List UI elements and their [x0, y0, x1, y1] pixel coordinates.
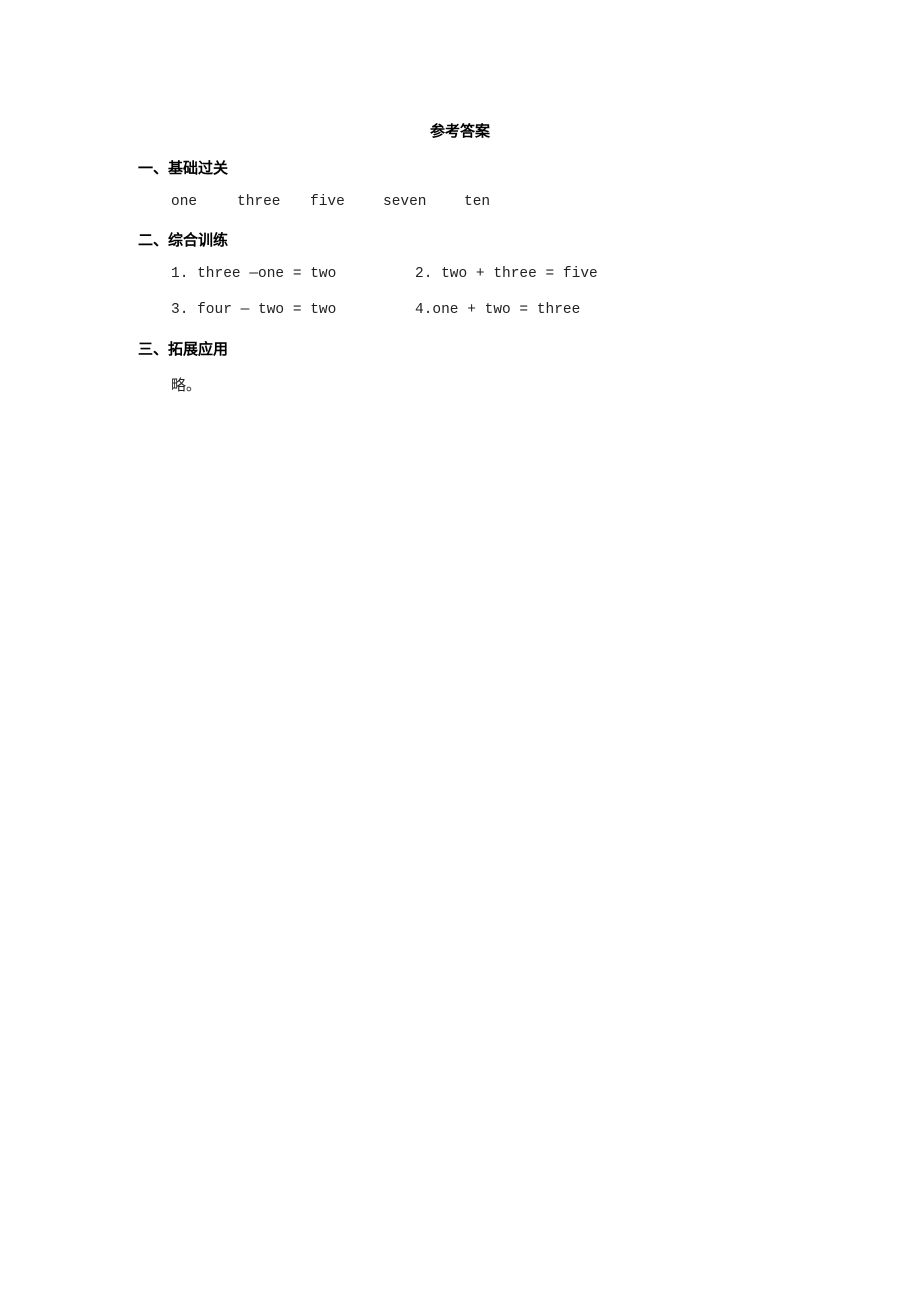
answer-text: 略。 [171, 376, 202, 394]
answer-word: one [171, 194, 198, 210]
section-heading-basics: 一、基础过关 [138, 159, 229, 177]
section-heading-practice: 二、综合训练 [138, 231, 229, 249]
answer-word: three [237, 194, 281, 210]
answer-word: seven [383, 194, 427, 210]
page-title: 参考答案 [429, 122, 490, 140]
answer-equation: 3. four — two = two [171, 302, 337, 318]
answer-equation: 2. two + three = five [415, 266, 598, 282]
answer-word: five [310, 194, 345, 210]
answer-equation: 1. three —one = two [171, 266, 337, 282]
answer-word: ten [464, 194, 491, 210]
section-heading-extension: 三、拓展应用 [138, 340, 229, 358]
answer-equation: 4.one + two = three [415, 302, 581, 318]
